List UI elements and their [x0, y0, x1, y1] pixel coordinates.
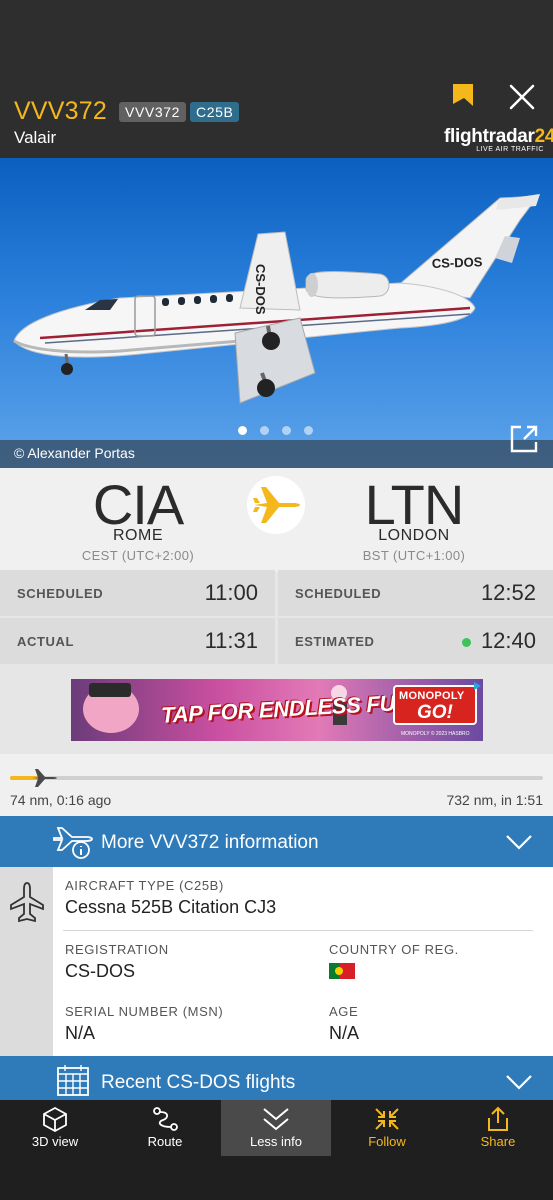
nav-label: 3D view: [31, 1134, 79, 1149]
photo-credit-bar: © Alexander Portas: [0, 440, 553, 468]
info-sidebar: [0, 867, 53, 1056]
progress-track: [10, 776, 543, 780]
divider: [63, 930, 533, 931]
logo-tagline: LIVE AIR TRAFFIC: [476, 146, 544, 153]
arrival-scheduled-time: 12:52: [480, 580, 536, 605]
photo-pagination: [238, 426, 313, 435]
more-info-bar[interactable]: More VVV372 information: [0, 816, 553, 867]
wing-registration: CS-DOS: [253, 264, 268, 315]
departure-actual-cell: ACTUAL 11:31: [0, 618, 275, 664]
departure-scheduled-time: 11:00: [204, 580, 258, 605]
chevron-down-icon: [506, 835, 532, 850]
progress-plane-icon: [32, 769, 57, 787]
flight-callsign: VVV372: [14, 97, 107, 125]
distance-remaining: 732 nm, in 1:51: [446, 792, 543, 808]
country-label: COUNTRY OF REG.: [329, 942, 459, 957]
bottom-navigation: 3D view Route Less info Follow Share: [0, 1100, 553, 1200]
aircraft-icon: [10, 882, 44, 923]
nav-label: Route: [147, 1134, 183, 1149]
aircraft-photo-image: CS-DOS CS-DOS: [13, 194, 540, 404]
nav-label: Share: [480, 1134, 516, 1149]
registration-value[interactable]: CS-DOS: [65, 961, 135, 982]
external-link-icon[interactable]: [509, 424, 539, 454]
arrival-scheduled-cell: SCHEDULED 12:52: [278, 570, 553, 616]
registration-label: REGISTRATION: [65, 942, 169, 957]
photo-credit: © Alexander Portas: [14, 445, 135, 461]
arrival-scheduled-label: SCHEDULED: [295, 586, 382, 601]
arrival-estimated-label: ESTIMATED: [295, 634, 375, 649]
airline-name: Valair: [14, 128, 57, 147]
portugal-flag-icon: [329, 963, 355, 979]
flight-header: VVV372 VVV372 C25B Valair flightradar24 …: [0, 0, 553, 158]
aircraft-type-label: AIRCRAFT TYPE (C25B): [65, 878, 224, 893]
tail-registration: CS-DOS: [432, 254, 483, 271]
flight-progress: 74 nm, 0:16 ago 732 nm, in 1:51: [0, 754, 553, 816]
status-dot: [462, 638, 471, 647]
serial-label: SERIAL NUMBER (MSN): [65, 1004, 224, 1019]
nav-label: Less info: [249, 1134, 303, 1149]
nav-follow[interactable]: Follow: [332, 1100, 442, 1156]
flightradar24-logo: flightradar24 LIVE AIR TRAFFIC: [444, 126, 553, 156]
cube-icon: [43, 1106, 67, 1132]
photo-page-dot[interactable]: [282, 426, 291, 435]
nav-3d-view[interactable]: 3D view: [0, 1100, 110, 1156]
origin-timezone: CEST (UTC+2:00): [81, 548, 195, 563]
distance-flown: 74 nm, 0:16 ago: [10, 792, 112, 808]
ad-brand-line2: GO!: [417, 702, 453, 723]
departure-scheduled-label: SCHEDULED: [17, 586, 104, 601]
follow-icon: [375, 1108, 399, 1130]
age-value: N/A: [329, 1023, 360, 1043]
route-plane-badge: [247, 476, 305, 534]
ad-choices-icon[interactable]: [472, 681, 482, 691]
ad-brand-logo: MONOPOLY GO!: [393, 685, 477, 725]
logo-name-number: 24: [534, 126, 553, 147]
ad-banner[interactable]: TAP FOR ENDLESS FUN! MONOPOLY GO! MONOPO…: [71, 679, 483, 741]
age-label: AGE: [329, 1004, 359, 1019]
nav-label: Follow: [368, 1134, 406, 1149]
arrival-estimated-time: 12:40: [480, 628, 536, 653]
nav-share[interactable]: Share: [443, 1100, 553, 1156]
ad-fine-print: MONOPOLY © 2023 HASBRO: [401, 731, 470, 737]
departure-scheduled-cell: SCHEDULED 11:00: [0, 570, 275, 616]
calendar-icon: [57, 1065, 89, 1096]
photo-page-dot[interactable]: [238, 426, 247, 435]
callsign-badge: VVV372: [119, 102, 186, 122]
airplane-icon: [253, 487, 300, 523]
aircraft-type-value: Cessna 525B Citation CJ3: [65, 897, 277, 917]
destination-timezone: BST (UTC+1:00): [362, 548, 466, 563]
recent-flights-bar[interactable]: Recent CS-DOS flights: [0, 1056, 553, 1100]
aircraft-info-panel: AIRCRAFT TYPE (C25B) Cessna 525B Citatio…: [0, 867, 553, 1056]
chevrons-down-icon: [263, 1108, 289, 1131]
aircraft-type-badge: C25B: [190, 102, 240, 122]
close-icon[interactable]: [508, 83, 536, 111]
bookmark-icon[interactable]: [450, 82, 476, 108]
nav-route[interactable]: Route: [110, 1100, 220, 1156]
photo-page-dot[interactable]: [260, 426, 269, 435]
plane-info-icon: [53, 827, 93, 859]
logo-name-part: flightradar: [444, 126, 535, 147]
arrival-estimated-cell: ESTIMATED 12:40: [278, 618, 553, 664]
origin-city: ROME: [113, 527, 163, 544]
recent-flights-title: Recent CS-DOS flights: [101, 1072, 296, 1093]
nav-less-info[interactable]: Less info: [221, 1100, 331, 1156]
serial-value: N/A: [65, 1023, 96, 1043]
aircraft-photo[interactable]: CS-DOS CS-DOS © Alexander Portas: [0, 158, 553, 468]
ad-brand-line1: MONOPOLY: [399, 690, 465, 702]
photo-page-dot[interactable]: [304, 426, 313, 435]
route-icon: [153, 1107, 178, 1131]
flight-detail-screen: VVV372 VVV372 C25B Valair flightradar24 …: [0, 0, 553, 1200]
share-icon: [488, 1106, 508, 1131]
chevron-down-icon: [506, 1075, 532, 1090]
departure-actual-label: ACTUAL: [17, 634, 75, 649]
destination-city: LONDON: [378, 527, 450, 544]
departure-actual-time: 11:31: [204, 628, 258, 653]
more-info-title: More VVV372 information: [101, 832, 319, 853]
